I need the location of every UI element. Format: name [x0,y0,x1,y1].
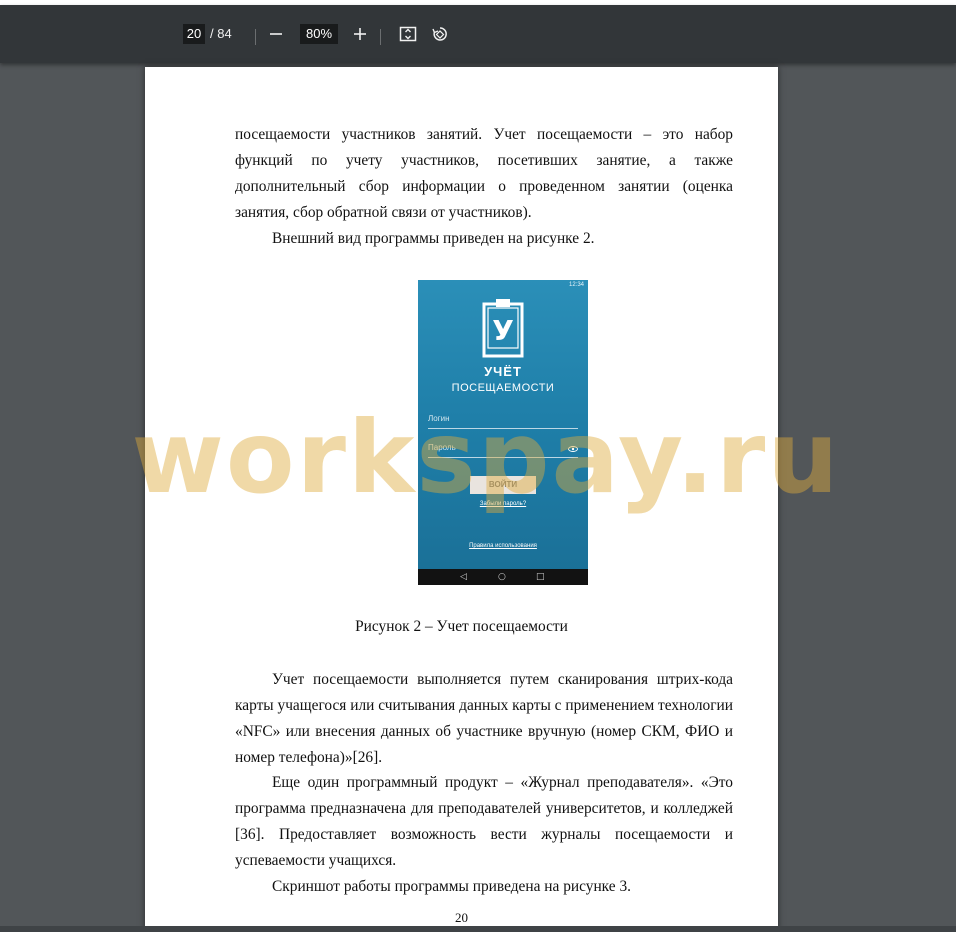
paragraph: посещаемости участников занятий. Учет по… [235,126,733,221]
paragraph: Еще один программный продукт – «Журнал п… [235,774,733,869]
pdf-toolbar: 20 / 84 80% [0,5,956,63]
terms-link[interactable]: Правила использования [418,543,588,549]
fit-page-icon [399,26,417,42]
toolbar-divider [380,29,381,45]
plus-icon [354,28,366,40]
paragraph: Учет посещаемости выполняется путем скан… [235,671,733,766]
password-field[interactable]: Пароль [428,443,578,458]
rotate-button[interactable] [428,22,452,46]
fit-to-page-button[interactable] [396,22,420,46]
zoom-out-button[interactable] [264,22,288,46]
login-field[interactable]: Логин [428,414,578,429]
home-icon[interactable]: ○ [498,572,506,582]
android-nav-bar: ◁ ○ □ [418,569,588,585]
app-subtitle: ПОСЕЩАЕМОСТИ [451,382,555,394]
page-number-footer: 20 [455,910,468,925]
page-total-label: / 84 [210,26,232,41]
app-title: УЧЁТ [484,364,522,379]
zoom-in-button[interactable] [348,22,372,46]
app-screenshot-figure: 12:34 У УЧЁТ ПОСЕЩАЕМОСТИ Логин Пароль В… [418,280,588,585]
paragraph: Скриншот работы программы приведена на р… [272,878,631,895]
figure-caption: Рисунок 2 – Учет посещаемости [355,618,568,635]
status-bar-time: 12:34 [568,282,584,288]
recent-apps-icon[interactable]: □ [536,572,545,582]
password-placeholder: Пароль [428,443,456,452]
login-button[interactable]: ВОЙТИ [470,476,536,494]
bottom-strip [0,926,956,932]
paragraph: Внешний вид программы приведен на рисунк… [272,230,595,247]
logo-letter: У [492,314,514,347]
pdf-page: посещаемости участников занятий. Учет по… [145,67,778,932]
zoom-level-input[interactable]: 80% [300,24,338,44]
back-icon[interactable]: ◁ [460,572,467,582]
eye-icon[interactable] [568,445,578,453]
rotate-icon [432,27,447,41]
forgot-password-link[interactable]: Забыли пароль? [418,501,588,507]
page-number-input[interactable]: 20 [183,24,205,44]
minus-icon [270,33,282,35]
clipboard-logo-icon: У [482,299,524,358]
toolbar-divider [255,29,256,45]
